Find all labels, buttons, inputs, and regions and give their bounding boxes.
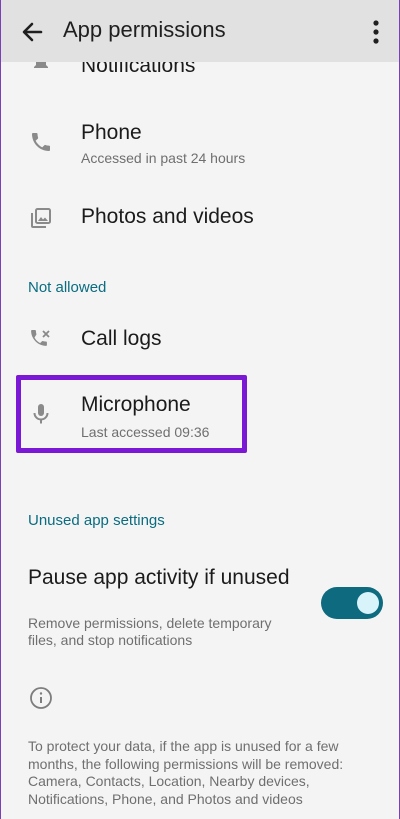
toggle-knob xyxy=(357,592,379,614)
unused-app-settings-header: Unused app settings xyxy=(28,512,165,529)
more-vert-icon[interactable] xyxy=(361,14,391,50)
row-title: Call logs xyxy=(81,327,162,350)
row-title: Phone xyxy=(81,121,142,144)
not-allowed-header: Not allowed xyxy=(28,279,107,296)
phone-icon xyxy=(32,133,50,151)
app-bar: App permissions xyxy=(1,0,399,62)
row-title: Photos and videos xyxy=(81,205,254,228)
page-title: App permissions xyxy=(63,17,226,42)
app-permissions-screen: Notifications Phone Accessed in past 24 … xyxy=(0,0,400,819)
pause-app-activity-subtitle: Remove permissions, delete temporary fil… xyxy=(28,615,272,648)
call-log-icon xyxy=(31,330,50,346)
info-icon xyxy=(30,687,52,709)
row-subtitle: Accessed in past 24 hours xyxy=(81,150,246,166)
photos-icon xyxy=(31,208,51,228)
pause-app-activity-toggle[interactable] xyxy=(321,587,383,619)
arrow-back-icon[interactable] xyxy=(13,13,51,51)
microphone-highlight-box xyxy=(16,375,247,453)
pause-app-activity-title: Pause app activity if unused xyxy=(28,566,290,589)
unused-apps-info-text: To protect your data, if the app is unus… xyxy=(28,738,344,807)
